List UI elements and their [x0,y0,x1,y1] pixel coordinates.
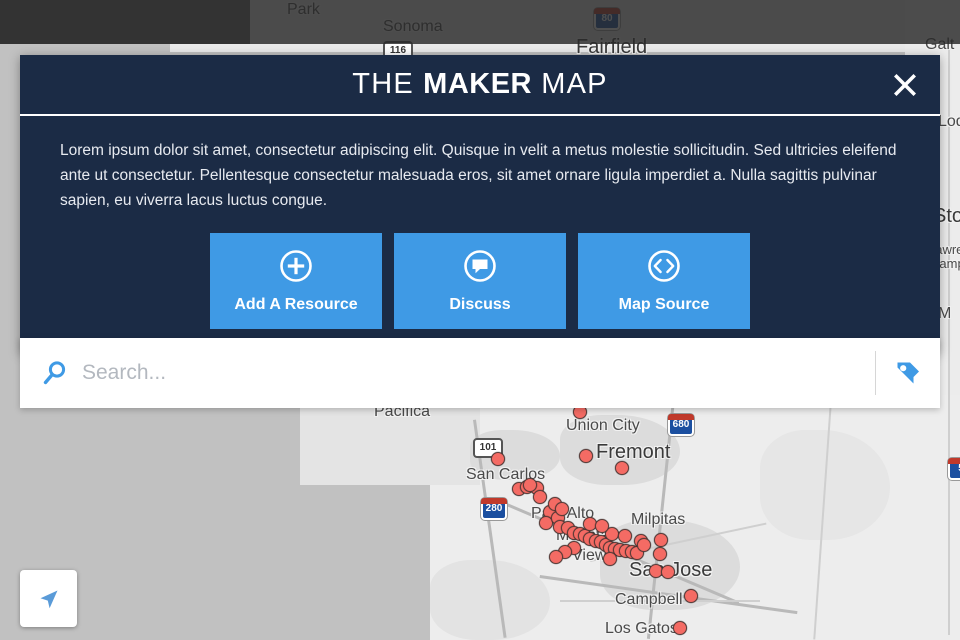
search-input[interactable] [82,361,875,385]
plus-circle-icon [279,249,313,286]
add-a-resource-label: Add A Resource [234,295,358,313]
map-marker[interactable] [533,490,547,504]
dialog-description: Lorem ipsum dolor sit amet, consectetur … [60,142,897,210]
map-marker[interactable] [491,452,505,466]
title-prefix: THE [352,68,424,100]
navigation-arrow-icon [40,590,57,608]
map-marker[interactable] [653,547,667,561]
info-dialog: THE MAKER MAP Lorem ipsum dolor sit amet… [20,55,940,354]
map-marker[interactable] [579,449,593,463]
map-road-minor [560,600,760,602]
map-marker[interactable] [595,519,609,533]
discuss-label: Discuss [449,295,511,313]
search-bar [20,338,940,408]
map-marker[interactable] [603,552,617,566]
maker-map-app: ParkSonomaFairfieldGaltLodiStocktonLawre… [0,0,960,640]
map-marker[interactable] [637,538,651,552]
search-icon [43,361,66,385]
filter-tag-button[interactable] [876,338,940,408]
map-marker[interactable] [661,565,675,579]
locate-me-button[interactable] [20,570,77,627]
map-source-button[interactable]: Map Source [578,233,750,330]
map-marker[interactable] [654,533,668,547]
highway-shield-icon: 680 [668,414,694,436]
add-a-resource-button[interactable]: Add A Resource [210,233,382,330]
close-button[interactable] [888,68,922,102]
map-landmass-peninsula [300,395,480,485]
tag-icon [897,362,919,384]
code-circle-icon [647,249,681,286]
title-bold: MAKER [423,68,532,100]
highway-shield-icon: 5 [948,458,960,480]
close-icon [894,73,916,96]
page-title: THE MAKER MAP [352,68,607,101]
map-source-label: Map Source [618,295,710,313]
map-marker[interactable] [684,589,698,603]
map-marker[interactable] [549,550,563,564]
map-marker[interactable] [618,529,632,543]
discuss-button[interactable]: Discuss [394,233,566,330]
map-marker[interactable] [615,461,629,475]
highway-shield-icon: 280 [481,498,507,520]
search-icon-button[interactable] [20,360,82,386]
map-marker[interactable] [523,478,537,492]
comment-circle-icon [463,249,497,286]
map-top-left-overlay [0,0,250,44]
map-marker[interactable] [673,621,687,635]
map-marker[interactable] [555,502,569,516]
map-road-minor [948,45,950,635]
dialog-header: THE MAKER MAP [20,55,940,116]
dialog-body: Lorem ipsum dolor sit amet, consectetur … [20,116,940,353]
dialog-actions: Add A Resource Discuss Map Source [60,233,900,330]
title-suffix: MAP [532,68,608,100]
map-urban-shade [430,560,550,640]
